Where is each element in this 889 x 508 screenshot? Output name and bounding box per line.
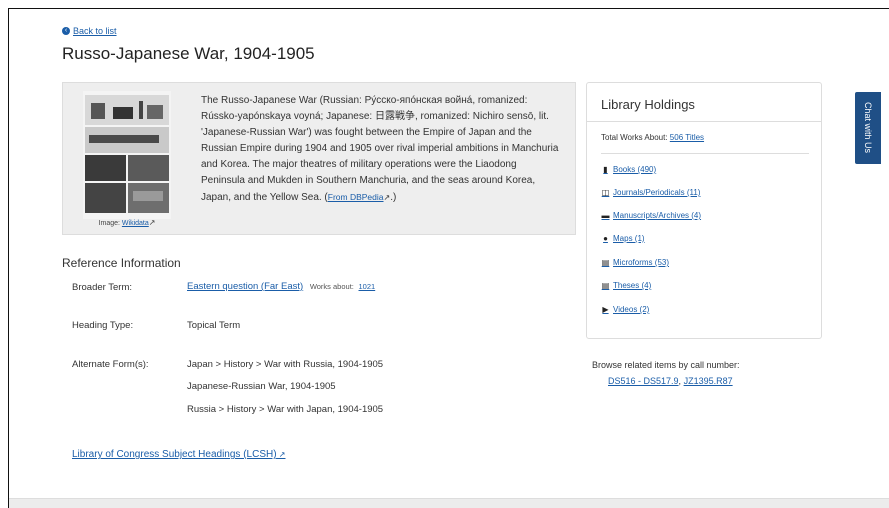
globe-icon: ● xyxy=(603,233,608,243)
holdings-journals-link[interactable]: ◫ Journals/Periodicals (11) xyxy=(601,187,701,197)
heading-type-value: Topical Term xyxy=(187,320,241,331)
book-icon: ▮ xyxy=(603,164,608,174)
holdings-item-label: Books (490) xyxy=(613,165,657,174)
page-border-left xyxy=(8,8,9,508)
dbpedia-link[interactable]: From DBPedia xyxy=(328,192,384,202)
holdings-item-label: Journals/Periodicals (11) xyxy=(613,188,701,197)
holdings-item-label: Manuscripts/Archives (4) xyxy=(613,211,702,220)
external-link-icon: ↗ xyxy=(276,450,286,459)
film-icon: ▤ xyxy=(601,257,610,267)
page-title: Russo-Japanese War, 1904-1905 xyxy=(62,44,315,63)
chat-with-us-button[interactable]: Chat with Us xyxy=(855,92,881,164)
broader-term-link[interactable]: Eastern question (Far East) xyxy=(187,281,303,292)
call-number-separator: , xyxy=(678,376,682,386)
holdings-microforms-link[interactable]: ▤ Microforms (53) xyxy=(601,258,669,267)
abstract-text: The Russo-Japanese War (Russian: Ру́сско… xyxy=(201,95,559,203)
total-works-about: Total Works About: 506 Titles xyxy=(601,133,704,142)
lcsh-link[interactable]: Library of Congress Subject Headings (LC… xyxy=(72,449,285,460)
holdings-item-label: Theses (4) xyxy=(613,281,652,290)
browse-call-number-label: Browse related items by call number: xyxy=(592,360,740,370)
heading-type-label: Heading Type: xyxy=(72,320,134,331)
library-holdings-title: Library Holdings xyxy=(601,97,695,112)
abstract-body: The Russo-Japanese War (Russian: Ру́сско… xyxy=(201,95,559,203)
video-icon: ▶ xyxy=(602,304,609,314)
document-icon: ▤ xyxy=(601,280,610,290)
alternate-form-item: Japanese-Russian War, 1904-1905 xyxy=(187,381,336,392)
call-number-link[interactable]: DS516 - DS517.9 xyxy=(608,376,679,386)
back-to-list-link[interactable]: ‹ Back to list xyxy=(62,26,117,36)
back-to-list-label: Back to list xyxy=(73,26,117,36)
holdings-item-label: Microforms (53) xyxy=(613,258,670,267)
page-border-top xyxy=(8,8,889,9)
holdings-item-label: Maps (1) xyxy=(613,234,645,243)
holdings-manuscripts-link[interactable]: ▬ Manuscripts/Archives (4) xyxy=(601,210,702,220)
arrow-left-circle-icon: ‹ xyxy=(62,27,70,35)
holdings-videos-link[interactable]: ▶ Videos (2) xyxy=(601,305,649,314)
reference-information-heading: Reference Information xyxy=(62,256,181,270)
footer-bar xyxy=(9,498,889,508)
divider xyxy=(601,153,809,154)
holdings-item-label: Videos (2) xyxy=(613,305,650,314)
total-works-label: Total Works About: xyxy=(601,133,668,142)
holdings-books-link[interactable]: ▮ Books (490) xyxy=(601,165,656,174)
divider xyxy=(587,121,821,122)
alternate-form-item: Russia > History > War with Japan, 1904-… xyxy=(187,404,384,415)
works-about-count-link[interactable]: 1021 xyxy=(359,282,376,291)
image-caption-prefix: Image: xyxy=(98,220,120,227)
abstract-panel: Image: Wikidata↗ The Russo-Japanese War … xyxy=(62,82,576,235)
external-link-icon: ↗ xyxy=(148,218,156,227)
wikidata-link[interactable]: Wikidata xyxy=(122,220,149,227)
alternate-forms-label: Alternate Form(s): xyxy=(72,359,149,370)
journal-icon: ◫ xyxy=(601,187,610,197)
external-link-icon: ↗ xyxy=(383,193,391,202)
works-about-label: Works about: xyxy=(309,282,354,291)
dbpedia-link-label: From DBPedia xyxy=(327,192,384,202)
call-number-link[interactable]: JZ1395.R87 xyxy=(684,376,733,386)
browse-call-number-links: DS516 - DS517.9, JZ1395.R87 xyxy=(608,376,733,386)
archive-icon: ▬ xyxy=(601,210,610,220)
holdings-maps-link[interactable]: ● Maps (1) xyxy=(601,233,645,243)
holdings-theses-link[interactable]: ▤ Theses (4) xyxy=(601,280,652,290)
lcsh-link-label: Library of Congress Subject Headings (LC… xyxy=(72,449,277,460)
library-holdings-panel: Library Holdings Total Works About: 506 … xyxy=(586,82,822,339)
wikidata-link-label: Wikidata xyxy=(121,220,149,227)
war-photo-collage-image[interactable] xyxy=(83,91,171,219)
total-works-link[interactable]: 506 Titles xyxy=(670,133,704,142)
alternate-form-item: Japan > History > War with Russia, 1904-… xyxy=(187,359,384,370)
broader-term-label: Broader Term: xyxy=(72,282,133,293)
broader-term-value: Eastern question (Far East) Works about:… xyxy=(187,281,375,292)
image-caption: Image: Wikidata↗ xyxy=(63,218,191,227)
